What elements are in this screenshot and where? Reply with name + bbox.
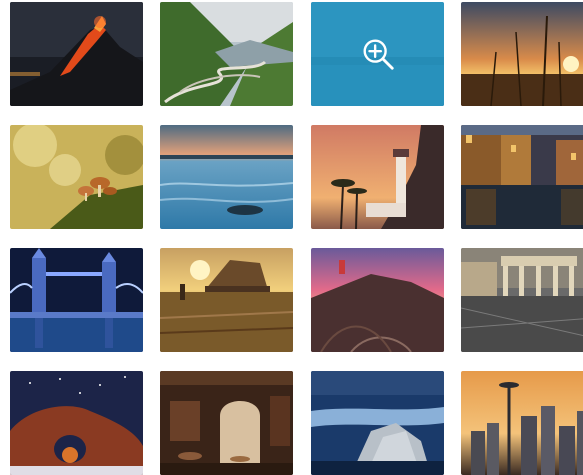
brandenburg-gate-photo xyxy=(461,248,583,352)
zoom-overlay[interactable] xyxy=(311,2,444,106)
sea-shore-photo xyxy=(160,125,293,229)
gallery-image-lighthouse-hill[interactable] xyxy=(311,248,444,352)
gallery-image-lighthouse-sunset[interactable] xyxy=(311,125,444,229)
gallery-image-volcano[interactable] xyxy=(10,2,143,106)
mountain-clouds-photo xyxy=(311,371,444,475)
gallery-image-brandenburg-gate[interactable] xyxy=(461,248,583,352)
canal-town-photo xyxy=(461,125,583,229)
gallery-image-mushrooms[interactable] xyxy=(10,125,143,229)
gallery-image-lake-coast[interactable] xyxy=(311,2,444,106)
gallery-image-mountain-clouds[interactable] xyxy=(311,371,444,475)
starry-rock-arch-photo xyxy=(10,371,143,475)
volcano-photo xyxy=(10,2,143,106)
image-gallery xyxy=(0,0,583,475)
castle-ruins-photo xyxy=(160,248,293,352)
lighthouse-sunset-photo xyxy=(311,125,444,229)
zoom-in-icon xyxy=(363,39,394,70)
cafe-courtyard-photo xyxy=(160,371,293,475)
gallery-image-mountain-road[interactable] xyxy=(160,2,293,106)
gallery-image-starry-rock-arch[interactable] xyxy=(10,371,143,475)
grass-sunset-photo xyxy=(461,2,583,106)
gallery-image-canal-town[interactable] xyxy=(461,125,583,229)
gallery-image-tower-bridge[interactable] xyxy=(10,248,143,352)
gallery-image-grass-sunset[interactable] xyxy=(461,2,583,106)
space-needle-photo xyxy=(461,371,583,475)
gallery-image-sea-shore[interactable] xyxy=(160,125,293,229)
lighthouse-hill-photo xyxy=(311,248,444,352)
mushrooms-photo xyxy=(10,125,143,229)
gallery-image-cafe-courtyard[interactable] xyxy=(160,371,293,475)
gallery-image-castle-ruins[interactable] xyxy=(160,248,293,352)
tower-bridge-photo xyxy=(10,248,143,352)
gallery-image-space-needle[interactable] xyxy=(461,371,583,475)
mountain-road-photo xyxy=(160,2,293,106)
